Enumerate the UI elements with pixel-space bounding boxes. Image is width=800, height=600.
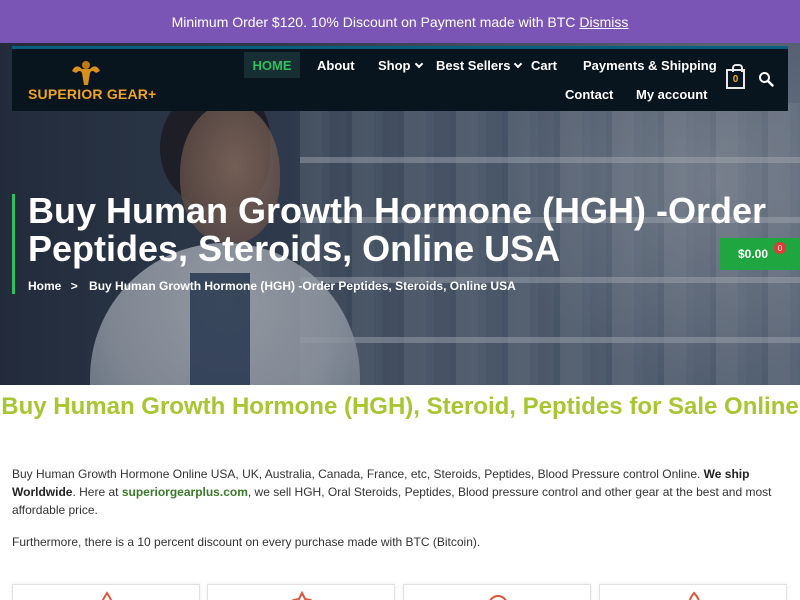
page-title: Buy Human Growth Hormone (HGH) -Order Pe… bbox=[28, 190, 767, 269]
floating-cart-badge: 0 bbox=[774, 242, 786, 254]
nav-shop[interactable]: Shop bbox=[378, 58, 423, 73]
floating-cart-button[interactable]: $0.00 bbox=[720, 238, 800, 270]
flame-icon bbox=[101, 591, 113, 600]
nav-payments-shipping[interactable]: Payments & Shipping bbox=[583, 58, 717, 73]
cart-icon[interactable]: 0 bbox=[726, 64, 745, 89]
intro-paragraph: Buy Human Growth Hormone Online USA, UK,… bbox=[12, 465, 782, 519]
site-logo[interactable]: SUPERIOR GEAR+ bbox=[28, 59, 156, 103]
flame-icon bbox=[688, 591, 700, 600]
intro-text-b: . Here at bbox=[72, 485, 119, 499]
nav-shop-label: Shop bbox=[378, 58, 411, 73]
chevron-down-icon bbox=[514, 59, 523, 69]
discount-paragraph: Furthermore, there is a 10 percent disco… bbox=[12, 535, 481, 549]
site-header: SUPERIOR GEAR+ HOME About Shop Best Sell… bbox=[12, 46, 788, 111]
nav-home[interactable]: HOME bbox=[244, 52, 300, 78]
muscle-logo-icon bbox=[72, 61, 100, 85]
dismiss-link[interactable]: Dismiss bbox=[579, 14, 628, 30]
search-icon[interactable] bbox=[758, 71, 774, 87]
nav-about[interactable]: About bbox=[317, 58, 355, 73]
flame-icon bbox=[292, 591, 312, 600]
section-heading: Buy Human Growth Hormone (HGH), Steroid,… bbox=[1, 393, 799, 420]
chevron-down-icon bbox=[414, 59, 423, 69]
logo-text: SUPERIOR GEAR+ bbox=[28, 86, 157, 102]
feature-card[interactable] bbox=[599, 584, 787, 600]
breadcrumb: Home > Buy Human Growth Hormone (HGH) -O… bbox=[28, 279, 516, 293]
cart-count: 0 bbox=[732, 73, 739, 85]
circle-icon bbox=[489, 595, 507, 600]
feature-card[interactable] bbox=[207, 584, 395, 600]
feature-card[interactable] bbox=[403, 584, 591, 600]
nav-my-account[interactable]: My account bbox=[636, 87, 708, 102]
floating-cart-total: $0.00 bbox=[738, 247, 769, 261]
site-link[interactable]: superiorgearplus.com bbox=[122, 485, 248, 499]
intro-text-a: Buy Human Growth Hormone Online USA, UK,… bbox=[12, 467, 701, 481]
nav-cart[interactable]: Cart bbox=[531, 58, 557, 73]
promo-bar: Minimum Order $120. 10% Discount on Paym… bbox=[0, 0, 800, 43]
feature-card[interactable] bbox=[12, 584, 200, 600]
promo-text: Minimum Order $120. 10% Discount on Paym… bbox=[171, 13, 576, 30]
title-accent-bar bbox=[12, 194, 15, 294]
nav-best-sellers-label: Best Sellers bbox=[436, 58, 511, 73]
nav-best-sellers[interactable]: Best Sellers bbox=[436, 58, 523, 73]
chevron-right-icon: > bbox=[70, 279, 78, 293]
breadcrumb-home[interactable]: Home bbox=[28, 279, 61, 293]
breadcrumb-current: Buy Human Growth Hormone (HGH) -Order Pe… bbox=[89, 279, 516, 293]
nav-contact[interactable]: Contact bbox=[565, 87, 613, 102]
